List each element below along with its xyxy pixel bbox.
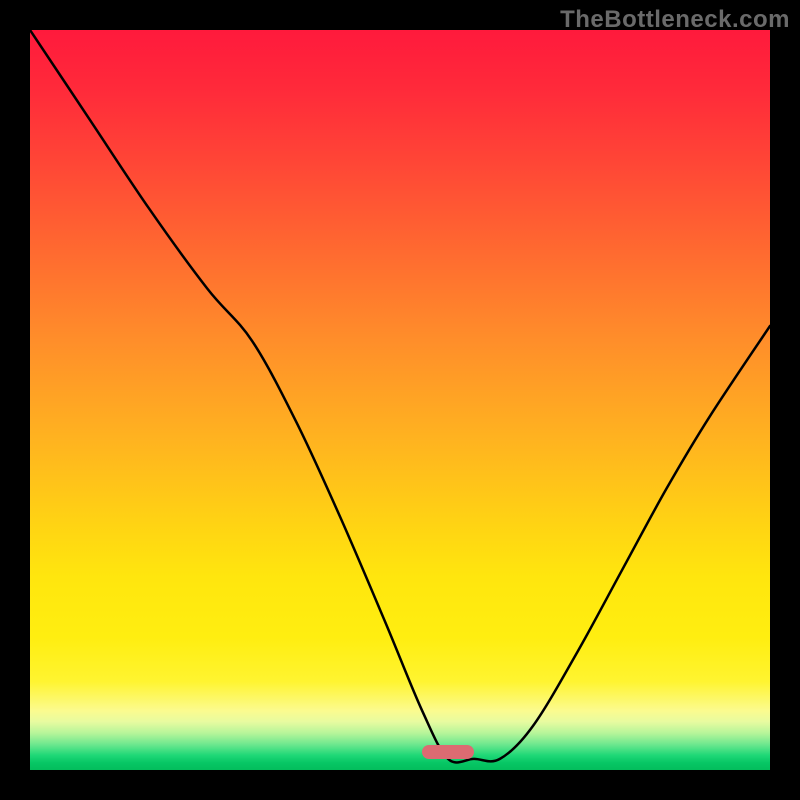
chart-container: TheBottleneck.com bbox=[0, 0, 800, 800]
optimal-marker bbox=[422, 745, 474, 759]
plot-area bbox=[30, 30, 770, 770]
bottleneck-curve bbox=[30, 30, 770, 770]
watermark-text: TheBottleneck.com bbox=[560, 6, 790, 34]
